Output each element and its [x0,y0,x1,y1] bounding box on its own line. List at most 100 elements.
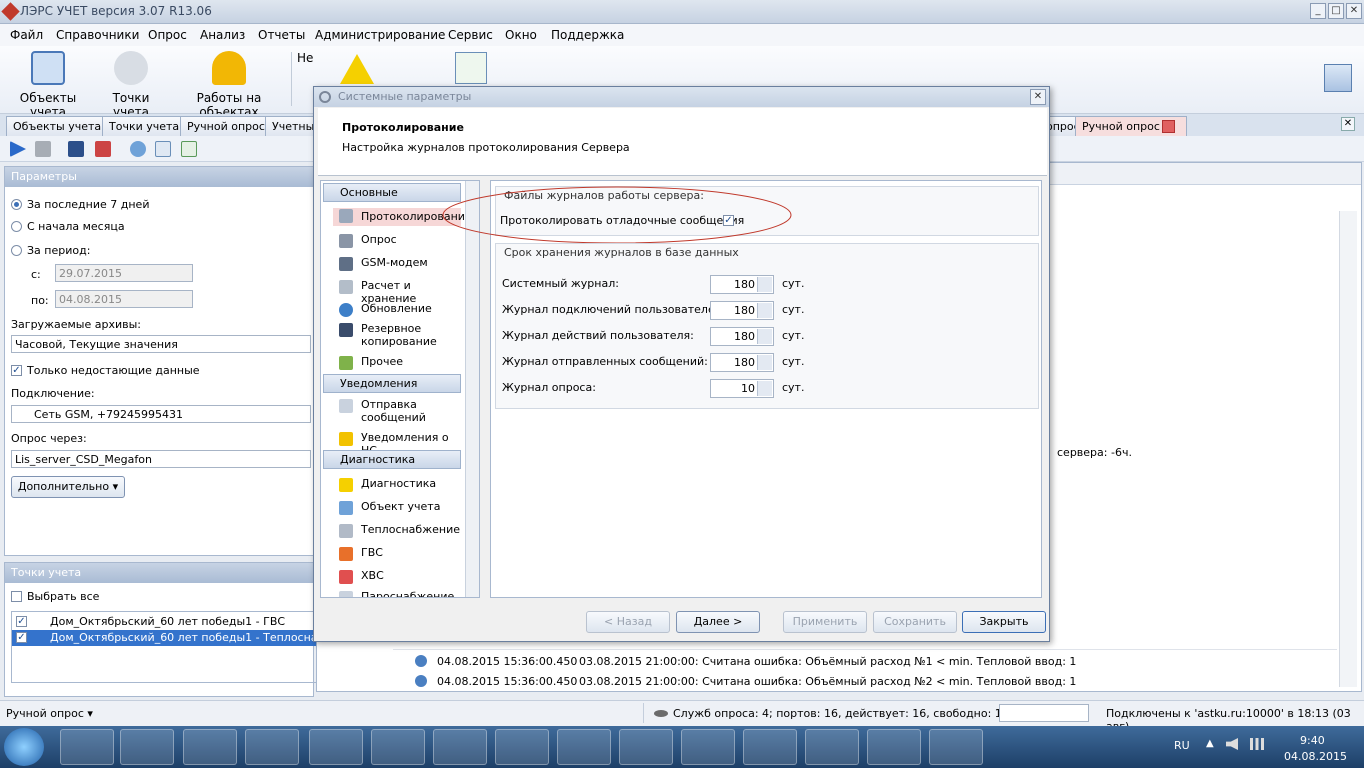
nav-item-hot-water[interactable]: ГВС [333,546,461,561]
warning-icon[interactable] [340,54,374,84]
to-date-field[interactable]: 04.08.2015 [55,290,193,308]
more-button[interactable]: Дополнительно ▾ [11,476,125,498]
next-button[interactable]: Далее > [676,611,760,633]
system-log-spinner[interactable]: 180 [710,275,774,294]
via-field[interactable]: Lis_server_CSD_Megafon [11,450,311,468]
nav-item-steam[interactable]: Пароснабжение [333,590,461,597]
menu-window[interactable]: Окно [505,28,537,42]
media-player-icon[interactable] [120,729,174,765]
clock-date[interactable]: 04.08.2015 [1284,750,1347,763]
log-divider [393,649,1337,650]
dialog-close-icon[interactable]: ✕ [1030,89,1046,105]
close-button[interactable]: ✕ [1346,3,1362,19]
tab-manual-poll[interactable]: Ручной опрос [180,116,272,136]
nav-item-heat[interactable]: Теплоснабжение [333,523,461,538]
menu-directories[interactable]: Справочники [56,28,139,42]
menu-poll[interactable]: Опрос [148,28,187,42]
info-icon [415,655,427,667]
select-all-checkbox[interactable] [11,591,22,602]
radio-month[interactable] [11,221,22,232]
menu-file[interactable]: Файл [10,28,43,42]
volume-icon[interactable] [1226,738,1238,750]
actions-log-spinner[interactable]: 180 [710,327,774,346]
nav-item-object[interactable]: Объект учета [333,500,461,515]
point-checkbox[interactable]: ✓ [16,616,27,627]
points-button[interactable]: Точки учета [96,51,166,119]
hot-water-icon [339,547,353,561]
home-icon[interactable] [130,141,146,157]
warning-icon [339,478,353,492]
nav-item-backup[interactable]: Резервное копирование [333,322,443,348]
poll-log-spinner[interactable]: 10 [710,379,774,398]
control-panel-icon[interactable] [619,729,673,765]
log-scrollbar[interactable] [1339,211,1357,687]
back-button[interactable]: < Назад [586,611,670,633]
objects-button[interactable]: Объекты учета [6,51,90,119]
tools-icon[interactable] [371,729,425,765]
close-dialog-button[interactable]: Закрыть [962,611,1046,633]
taskbar: RU ▲ 9:40 04.08.2015 [0,726,1364,768]
messages-log-spinner[interactable]: 180 [710,353,774,372]
ie-icon[interactable] [60,729,114,765]
menu-service[interactable]: Сервис [448,28,493,42]
nav-item-cold-water[interactable]: ХВС [333,569,461,584]
schema-icon[interactable] [455,52,487,84]
opera-icon[interactable] [309,729,363,765]
shield-icon[interactable] [495,729,549,765]
nav-item-diagnostics[interactable]: Диагностика [333,477,461,492]
stop-icon[interactable] [35,141,51,157]
language-indicator[interactable]: RU [1174,739,1190,752]
chart-icon[interactable] [181,141,197,157]
tray-arrow-icon[interactable]: ▲ [1206,738,1214,749]
from-date-field[interactable]: 29.07.2015 [55,264,193,282]
panels-icon[interactable] [1324,64,1352,92]
tab-points[interactable]: Точки учета [102,116,187,136]
start-button[interactable] [4,728,44,766]
radio-period[interactable] [11,245,22,256]
play-icon[interactable] [10,141,26,157]
firewall-icon[interactable] [681,729,735,765]
lers-app-icon[interactable] [805,729,859,765]
connections-log-spinner[interactable]: 180 [710,301,774,320]
tab-objects[interactable]: Объекты учета [6,116,109,136]
menu-analysis[interactable]: Анализ [200,28,245,42]
editor-icon[interactable] [433,729,487,765]
delete-icon[interactable] [95,141,111,157]
save-icon[interactable] [68,141,84,157]
clock-time[interactable]: 9:40 [1300,734,1325,747]
mode-dropdown[interactable]: Ручной опрос ▾ [6,707,93,720]
nav-group-diag[interactable]: Диагностика [323,450,461,469]
nav-item-update[interactable]: Обновление [333,302,461,317]
tab-manual-poll-active[interactable]: Ручной опрос [1075,116,1187,136]
retention-group-title: Срок хранения журналов в базе данных [504,246,739,259]
menu-admin[interactable]: Администрирование [315,28,445,42]
teamviewer-icon[interactable] [743,729,797,765]
network-icon[interactable] [557,729,611,765]
nav-group-notify[interactable]: Уведомления [323,374,461,393]
image-viewer-icon[interactable] [929,729,983,765]
point-checkbox[interactable]: ✓ [16,632,27,643]
dialog-titlebar: Системные параметры ✕ [314,87,1049,107]
works-button[interactable]: Работы на объектах [172,51,286,119]
tab-close-icon[interactable] [1162,120,1175,133]
archives-field[interactable]: Часовой, Текущие значения [11,335,311,353]
maximize-button[interactable]: □ [1328,3,1344,19]
connection-field[interactable]: Сеть GSM, +79245995431 [11,405,311,423]
apply-button[interactable]: Применить [783,611,867,633]
minimize-button[interactable]: _ [1310,3,1326,19]
radio-last7[interactable] [11,199,22,210]
nav-item-gsm[interactable]: GSM-модем [333,256,461,271]
close-tabs-icon[interactable]: ✕ [1341,117,1355,131]
chrome-icon[interactable] [183,729,237,765]
nav-item-send[interactable]: Отправка сообщений [333,398,433,424]
menu-support[interactable]: Поддержка [551,28,624,42]
signal-icon[interactable] [1250,738,1264,750]
nav-item-other[interactable]: Прочее [333,355,461,370]
explorer-icon[interactable] [245,729,299,765]
menu-reports[interactable]: Отчеты [258,28,305,42]
toolbar-partial-label[interactable]: Не [297,51,317,65]
paint-icon[interactable] [867,729,921,765]
save-button[interactable]: Сохранить [873,611,957,633]
table-icon[interactable] [155,141,171,157]
missing-only-checkbox[interactable]: ✓ [11,365,22,376]
